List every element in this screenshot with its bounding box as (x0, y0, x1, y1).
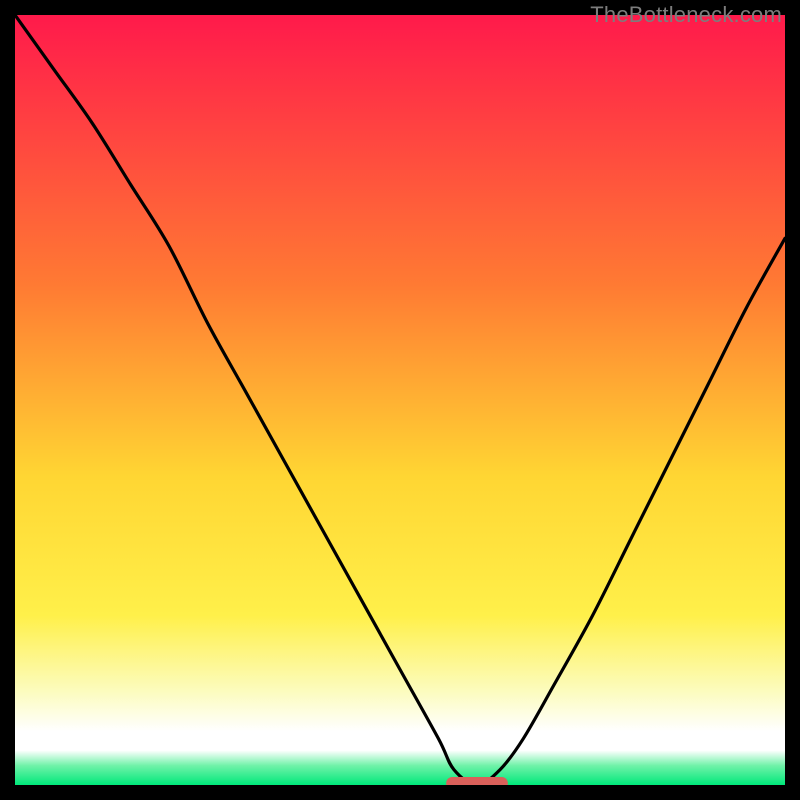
chart-frame (15, 15, 785, 785)
watermark-text: TheBottleneck.com (590, 2, 782, 28)
bottleneck-plot (15, 15, 785, 785)
optimal-marker (446, 777, 508, 785)
